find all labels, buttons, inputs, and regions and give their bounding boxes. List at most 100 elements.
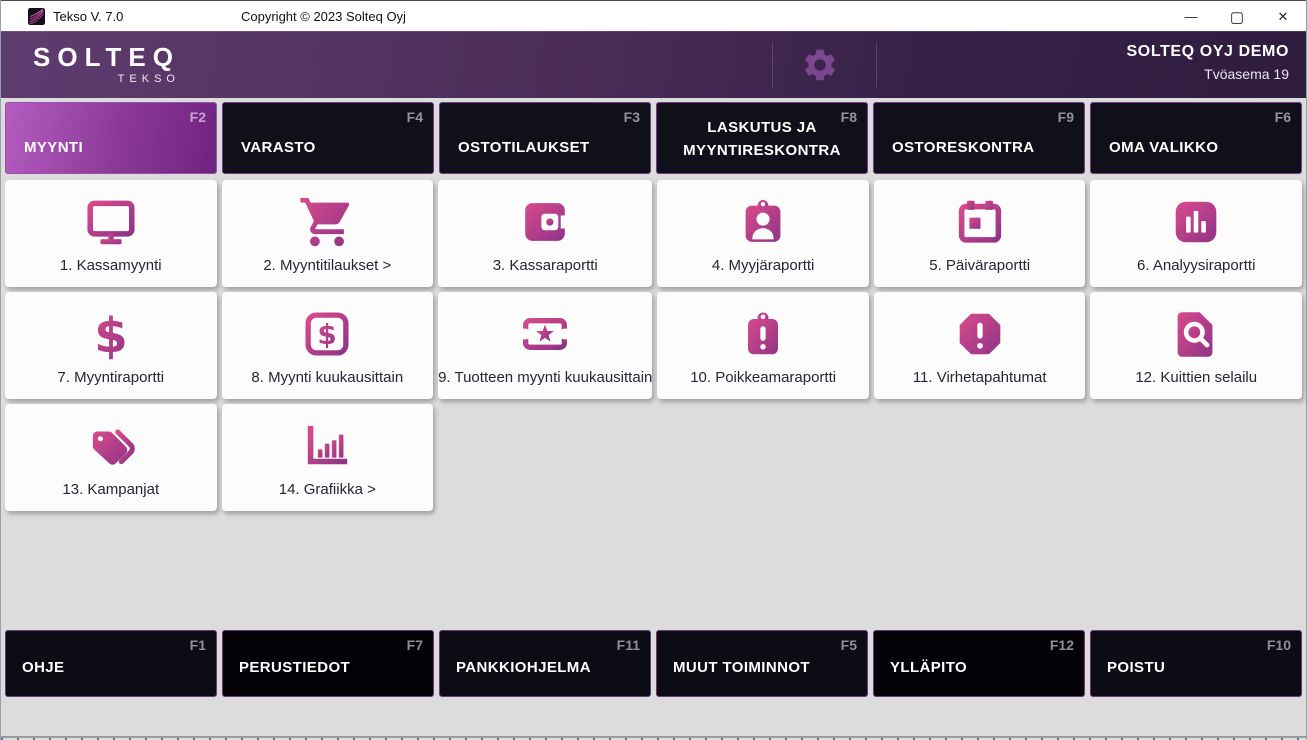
tile-label: 3. Kassaraportti <box>492 257 598 274</box>
tags-icon <box>82 410 140 481</box>
button-label: OHJE <box>22 659 65 676</box>
tile-myyntitilaukset[interactable]: 2. Myyntitilaukset > <box>221 180 434 287</box>
button-label: POISTU <box>1107 659 1166 676</box>
menu-tile-grid: 1. Kassamyynti 2. Myyntitilaukset > 3. K… <box>1 180 1306 511</box>
tile-analyysiraportti[interactable]: 6. Analyysiraportti <box>1090 180 1302 287</box>
tile-paivaraportti[interactable]: 5. Päiväraportti <box>873 180 1086 287</box>
tab-fkey: F9 <box>1057 109 1074 125</box>
app-logo-icon <box>28 7 45 25</box>
bar-chart-square-icon <box>1167 186 1225 257</box>
monitor-icon <box>82 186 140 257</box>
button-fkey: F11 <box>616 637 640 653</box>
footer-strip <box>1 697 1306 740</box>
tab-label: MYYNTI <box>24 139 84 156</box>
maximize-icon[interactable]: ▢ <box>1214 1 1260 32</box>
poistu-button[interactable]: F10 POISTU <box>1090 630 1302 697</box>
tile-kuittien-selailu[interactable]: 12. Kuittien selailu <box>1090 292 1302 399</box>
tile-label: 1. Kassamyynti <box>59 257 162 274</box>
tile-myynti-kuukausittain[interactable]: $ 8. Myynti kuukausittain <box>221 292 434 399</box>
bottom-buttons: F1 OHJE F7 PERUSTIEDOT F11 PANKKIOHJELMA… <box>1 630 1306 697</box>
button-label: PANKKIOHJELMA <box>456 659 591 676</box>
tab-label: OSTOTILAUKSET <box>458 139 590 156</box>
tile-kassamyynti[interactable]: 1. Kassamyynti <box>5 180 217 287</box>
tab-label: OMA VALIKKO <box>1109 139 1219 156</box>
tab-fkey: F2 <box>189 109 206 125</box>
tile-label: 7. Myyntiraportti <box>57 369 165 386</box>
tile-kassaraportti[interactable]: 3. Kassaraportti <box>438 180 653 287</box>
tile-label: 14. Grafiikka > <box>278 481 376 498</box>
yllapito-button[interactable]: F12 YLLÄPITO <box>873 630 1085 697</box>
button-label: YLLÄPITO <box>890 659 968 676</box>
window-controls: — ▢ ✕ <box>1168 1 1306 32</box>
button-fkey: F12 <box>1049 637 1074 653</box>
person-badge-icon <box>734 186 792 257</box>
tab-oma-valikko[interactable]: F6 OMA VALIKKO <box>1090 102 1302 174</box>
tab-myynti[interactable]: F2 MYYNTI <box>5 102 217 174</box>
tile-label: 2. Myyntitilaukset > <box>263 257 392 274</box>
tile-label: 12. Kuittien selailu <box>1135 369 1258 386</box>
button-fkey: F7 <box>406 637 423 653</box>
tile-label: 13. Kampanjat <box>62 481 160 498</box>
muut-toiminnot-button[interactable]: F5 MUUT TOIMINNOT <box>656 630 868 697</box>
tile-grafiikka[interactable]: 14. Grafiikka > <box>221 404 434 511</box>
svg-text:$: $ <box>318 318 337 351</box>
tab-fkey: F3 <box>623 109 640 125</box>
ticket-star-icon <box>516 298 574 369</box>
tab-label: LASKUTUS JA MYYNTIRESKONTRA <box>683 118 841 159</box>
logo-secondary-text: TEKSO <box>117 73 180 85</box>
header-divider <box>772 43 773 87</box>
tile-myyntiraportti[interactable]: $ 7. Myyntiraportti <box>5 292 217 399</box>
exclamation-badge-icon <box>734 298 792 369</box>
window-title: Tekso V. 7.0 <box>53 8 124 24</box>
tile-label: 4. Myyjäraportti <box>711 257 815 274</box>
cart-icon <box>298 186 356 257</box>
tab-label: VARASTO <box>241 139 316 156</box>
gear-icon[interactable] <box>801 46 839 84</box>
tab-laskutus-ja-myyntireskontra[interactable]: F8 LASKUTUS JA MYYNTIRESKONTRA <box>656 102 868 174</box>
pankkiohjelma-button[interactable]: F11 PANKKIOHJELMA <box>439 630 651 697</box>
tab-fkey: F4 <box>406 109 423 125</box>
workstation-label: Tvöasema 19 <box>1204 66 1289 82</box>
button-fkey: F1 <box>189 637 206 653</box>
bar-chart-axis-icon <box>298 410 356 481</box>
button-label: MUUT TOIMINNOT <box>673 659 810 676</box>
ohje-button[interactable]: F1 OHJE <box>5 630 217 697</box>
logo-primary-text: SOLTEQ <box>33 42 180 72</box>
tile-label: 5. Päiväraportti <box>929 257 1031 274</box>
tile-virhetapahtumat[interactable]: 11. Virhetapahtumat <box>873 292 1086 399</box>
tab-ostotilaukset[interactable]: F3 OSTOTILAUKSET <box>439 102 651 174</box>
main-tabs: F2 MYYNTI F4 VARASTO F3 OSTOTILAUKSET F8… <box>1 98 1306 176</box>
tile-label: 10. Poikkeamaraportti <box>690 369 837 386</box>
dollar-square-icon: $ <box>298 298 356 369</box>
svg-text:$: $ <box>94 308 128 363</box>
tile-myyjaraportti[interactable]: 4. Myyjäraportti <box>657 180 869 287</box>
tab-ostoreskontra[interactable]: F9 OSTORESKONTRA <box>873 102 1085 174</box>
tile-label: 11. Virhetapahtumat <box>912 369 1047 386</box>
tile-kampanjat[interactable]: 13. Kampanjat <box>5 404 217 511</box>
tile-poikkeamaraportti[interactable]: 10. Poikkeamaraportti <box>657 292 869 399</box>
solteq-logo: SOLTEQ TEKSO <box>33 44 180 85</box>
copyright-text: Copyright © 2023 Solteq Oyj <box>241 8 406 24</box>
exclamation-octagon-icon <box>951 298 1009 369</box>
titlebar: Tekso V. 7.0 Copyright © 2023 Solteq Oyj… <box>1 0 1306 31</box>
button-fkey: F5 <box>840 637 857 653</box>
button-fkey: F10 <box>1266 637 1291 653</box>
header-divider <box>876 43 877 87</box>
tile-tuotteen-myynti-kuukausittain[interactable]: 9. Tuotteen myynti kuukausittain <box>438 292 653 399</box>
tile-label: 8. Myynti kuukausittain <box>251 369 404 386</box>
tab-fkey: F6 <box>1274 109 1291 125</box>
document-search-icon <box>1167 298 1225 369</box>
close-icon[interactable]: ✕ <box>1260 1 1306 32</box>
tab-label: OSTORESKONTRA <box>892 139 1035 156</box>
minimize-icon[interactable]: — <box>1168 1 1214 32</box>
tile-label: 6. Analyysiraportti <box>1137 257 1256 274</box>
dollar-icon: $ <box>82 298 140 369</box>
calendar-icon <box>951 186 1009 257</box>
perustiedot-button[interactable]: F7 PERUSTIEDOT <box>222 630 434 697</box>
app-header: SOLTEQ TEKSO SOLTEQ OYJ DEMO Tvöasema 19 <box>1 31 1306 98</box>
company-name: SOLTEQ OYJ DEMO <box>1126 43 1289 60</box>
tile-label: 9. Tuotteen myynti kuukausittain <box>438 369 653 386</box>
tab-varasto[interactable]: F4 VARASTO <box>222 102 434 174</box>
wallet-icon <box>516 186 574 257</box>
